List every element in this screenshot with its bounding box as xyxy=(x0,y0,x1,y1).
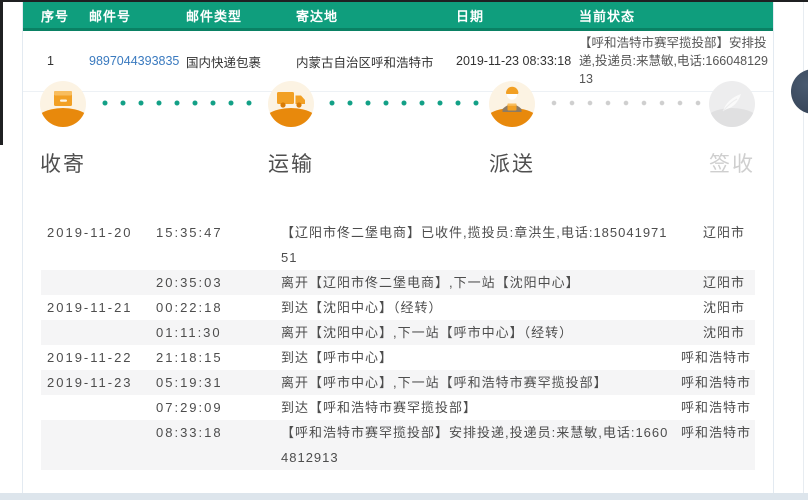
floating-action-button[interactable] xyxy=(791,69,808,114)
event-time: 15:35:47 xyxy=(156,225,223,240)
connector-dots-2 xyxy=(323,100,483,106)
step-delivery xyxy=(489,81,535,127)
event-desc: 到达【呼市中心】 xyxy=(281,350,394,365)
connector-dots-1 xyxy=(96,100,256,106)
mail-number-link[interactable]: 9897044393835 xyxy=(89,54,179,68)
mail-type-value: 国内快递包裹 xyxy=(186,55,262,70)
event-time: 01:11:30 xyxy=(156,325,222,340)
event-row: 2019-11-20 15:35:47 【辽阳市佟二堡电商】已收件,揽投员:章洪… xyxy=(41,220,755,270)
event-row: 08:33:18 【呼和浩特市赛罕揽投部】安排投递,投递员:来慧敏,电话:166… xyxy=(41,420,755,470)
event-time: 21:18:15 xyxy=(156,350,223,365)
event-location: 辽阳市 xyxy=(702,225,745,240)
signature-icon xyxy=(709,81,755,127)
header-destination: 寄达地 xyxy=(296,8,339,24)
step-delivery-label: 派送 xyxy=(489,153,535,176)
event-date: 2019-11-22 xyxy=(47,350,133,365)
truck-icon xyxy=(268,81,314,127)
parcel-icon xyxy=(40,81,86,127)
results-header: 序号 邮件号 邮件类型 寄达地 日期 当前状态 xyxy=(23,2,773,31)
step-collect-label: 收寄 xyxy=(40,153,86,176)
event-date: 2019-11-23 xyxy=(47,375,133,390)
event-row: 07:29:09 到达【呼和浩特市赛罕揽投部】 呼和浩特市 xyxy=(41,395,755,420)
event-row: 20:35:03 离开【辽阳市佟二堡电商】,下一站【沈阳中心】 辽阳市 xyxy=(41,270,755,295)
event-desc: 【辽阳市佟二堡电商】已收件,揽投员:章洪生,电话:18504197151 xyxy=(281,225,668,265)
event-location: 呼和浩特市 xyxy=(681,425,752,440)
header-mail-no: 邮件号 xyxy=(89,8,132,24)
event-location: 沈阳市 xyxy=(702,300,745,315)
step-transport xyxy=(268,81,314,127)
step-collect xyxy=(40,81,86,127)
event-row: 2019-11-21 00:22:18 到达【沈阳中心】（经转） 沈阳市 xyxy=(41,295,755,320)
event-time: 08:33:18 xyxy=(156,425,223,440)
event-location: 呼和浩特市 xyxy=(681,350,752,365)
event-date xyxy=(47,395,156,420)
header-mail-type: 邮件类型 xyxy=(186,8,243,24)
courier-icon xyxy=(489,81,535,127)
events-table: 2019-11-20 15:35:47 【辽阳市佟二堡电商】已收件,揽投员:章洪… xyxy=(41,220,755,470)
event-desc: 到达【沈阳中心】（经转） xyxy=(281,300,443,315)
step-transport-label: 运输 xyxy=(268,153,314,176)
event-location: 沈阳市 xyxy=(702,325,745,340)
window-left-edge xyxy=(0,0,3,145)
event-row: 2019-11-23 05:19:31 离开【呼市中心】,下一站【呼和浩特市赛罕… xyxy=(41,370,755,395)
event-desc: 离开【辽阳市佟二堡电商】,下一站【沈阳中心】 xyxy=(281,275,580,290)
result-row: 1 9897044393835 国内快递包裹 内蒙古自治区呼和浩特市 2019-… xyxy=(23,31,773,93)
event-date xyxy=(47,320,156,345)
event-location: 辽阳市 xyxy=(702,275,745,290)
event-desc: 离开【沈阳中心】,下一站【呼市中心】（经转） xyxy=(281,325,574,340)
step-sign xyxy=(709,81,755,127)
event-desc: 离开【呼市中心】,下一站【呼和浩特市赛罕揽投部】 xyxy=(281,375,608,390)
header-current-status: 当前状态 xyxy=(579,8,636,24)
event-location: 呼和浩特市 xyxy=(681,375,752,390)
event-desc: 【呼和浩特市赛罕揽投部】安排投递,投递员:来慧敏,电话:16604812913 xyxy=(281,425,669,465)
page-root: { "colors": { "header_green": "#0f9e7d",… xyxy=(0,0,808,500)
event-desc: 到达【呼和浩特市赛罕揽投部】 xyxy=(281,400,478,415)
event-date: 2019-11-20 xyxy=(47,225,133,240)
destination-value: 内蒙古自治区呼和浩特市 xyxy=(296,55,434,70)
tracking-results-panel: 序号 邮件号 邮件类型 寄达地 日期 当前状态 1 9897044393835 … xyxy=(22,2,774,493)
event-time: 05:19:31 xyxy=(156,375,223,390)
event-location: 呼和浩特市 xyxy=(681,400,752,415)
event-time: 20:35:03 xyxy=(156,275,223,290)
serial-value: 1 xyxy=(47,54,54,69)
step-sign-label: 签收 xyxy=(709,153,755,176)
event-date xyxy=(47,420,156,470)
event-time: 00:22:18 xyxy=(156,300,223,315)
event-row: 01:11:30 离开【沈阳中心】,下一站【呼市中心】（经转） 沈阳市 xyxy=(41,320,755,345)
date-value: 2019-11-23 08:33:18 xyxy=(456,54,572,69)
header-serial: 序号 xyxy=(41,8,70,24)
event-date: 2019-11-21 xyxy=(47,300,133,315)
event-row: 2019-11-22 21:18:15 到达【呼市中心】 呼和浩特市 xyxy=(41,345,755,370)
header-date: 日期 xyxy=(456,8,485,24)
connector-dots-3 xyxy=(545,100,705,106)
event-time: 07:29:09 xyxy=(156,400,223,415)
page-bottom-strip xyxy=(0,493,808,500)
event-date xyxy=(47,270,156,295)
